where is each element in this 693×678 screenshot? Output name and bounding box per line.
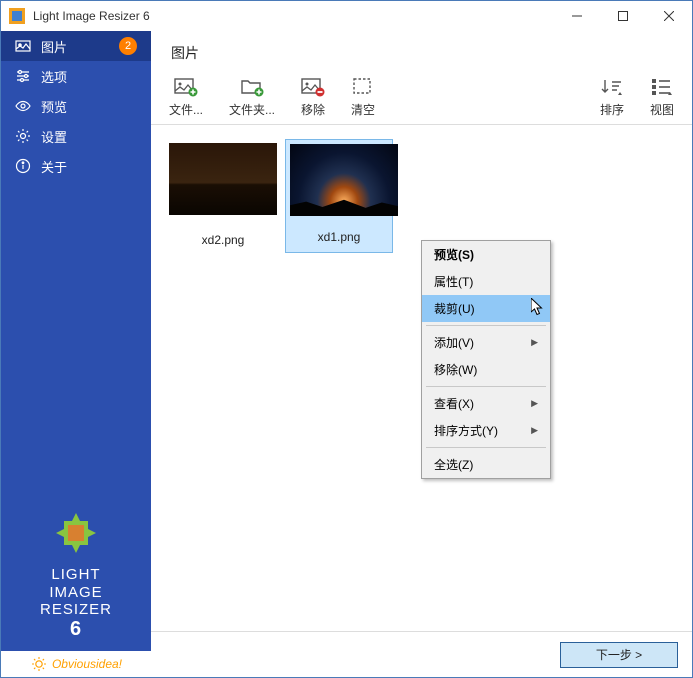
sidebar-item-settings[interactable]: 设置 (1, 121, 151, 151)
brand-line: 6 (1, 618, 151, 641)
footer-bar: 下一步 > (151, 631, 692, 677)
ctx-preview[interactable]: 预览(S) (422, 241, 550, 268)
toolbar-sort[interactable]: 排序 (600, 77, 624, 118)
clear-icon (351, 77, 375, 97)
toolbar: 文件... 文件夹... 移除 清空 排序 (151, 69, 692, 125)
ctx-remove[interactable]: 移除(W) (422, 356, 550, 383)
ctx-selectall[interactable]: 全选(Z) (422, 451, 550, 478)
next-button[interactable]: 下一步 > (560, 642, 678, 668)
ctx-label: 排序方式(Y) (434, 422, 498, 439)
file-thumbnail[interactable]: xd1.png (285, 139, 393, 253)
toolbar-add-file[interactable]: 文件... (169, 77, 203, 118)
toolbar-label: 移除 (301, 101, 325, 118)
thumbnail-image (169, 143, 277, 215)
window-controls (554, 1, 692, 31)
thumbnail-image (290, 144, 398, 216)
ctx-label: 添加(V) (434, 334, 474, 351)
remove-icon (301, 77, 325, 97)
toolbar-remove[interactable]: 移除 (301, 77, 325, 118)
sidebar-item-label: 设置 (41, 127, 137, 146)
submenu-arrow-icon: ▶ (531, 398, 538, 409)
ctx-label: 移除(W) (434, 361, 477, 378)
add-file-icon (174, 77, 198, 97)
brand-footer[interactable]: Obviousidea! (1, 651, 151, 677)
sidebar: 图片 2 选项 预览 设置 关于 LIGHT (1, 31, 151, 677)
ctx-separator (426, 325, 546, 326)
toolbar-label: 清空 (351, 101, 375, 118)
sidebar-item-label: 图片 (41, 37, 109, 56)
file-name: xd2.png (169, 233, 277, 247)
sidebar-badge: 2 (119, 37, 137, 55)
ctx-label: 全选(Z) (434, 456, 473, 473)
brand-line: IMAGE (1, 584, 151, 601)
minimize-button[interactable] (554, 1, 600, 31)
window-title: Light Image Resizer 6 (33, 9, 554, 23)
add-folder-icon (240, 77, 264, 97)
ctx-label: 裁剪(U) (434, 300, 475, 317)
toolbar-label: 文件夹... (229, 101, 275, 118)
file-name: xd1.png (290, 230, 388, 244)
sort-icon (600, 77, 624, 97)
close-button[interactable] (646, 1, 692, 31)
file-thumbnail[interactable]: xd2.png (169, 143, 277, 247)
toolbar-view[interactable]: 视图 (650, 77, 674, 118)
sidebar-item-preview[interactable]: 预览 (1, 91, 151, 121)
eye-icon (15, 98, 31, 114)
submenu-arrow-icon: ▶ (531, 425, 538, 436)
ctx-properties[interactable]: 属性(T) (422, 268, 550, 295)
sidebar-item-label: 关于 (41, 157, 137, 176)
app-icon (9, 8, 25, 24)
brand-footer-text: Obviousidea! (52, 657, 122, 671)
toolbar-clear[interactable]: 清空 (351, 77, 375, 118)
ctx-label: 属性(T) (434, 273, 473, 290)
sidebar-item-label: 预览 (41, 97, 137, 116)
bulb-icon (30, 656, 48, 672)
context-menu: 预览(S) 属性(T) 裁剪(U) 添加(V) ▶ 移除(W) 查看(X) ▶ 排序… (421, 240, 551, 479)
sidebar-item-images[interactable]: 图片 2 (1, 31, 151, 61)
ctx-label: 预览(S) (434, 246, 474, 263)
brand-icon (54, 511, 98, 555)
ctx-separator (426, 447, 546, 448)
ctx-label: 查看(X) (434, 395, 474, 412)
maximize-button[interactable] (600, 1, 646, 31)
ctx-add[interactable]: 添加(V) ▶ (422, 329, 550, 356)
toolbar-label: 排序 (600, 101, 624, 118)
sliders-icon (15, 68, 31, 84)
brand-line: LIGHT (1, 566, 151, 583)
toolbar-label: 文件... (169, 101, 203, 118)
ctx-sortby[interactable]: 排序方式(Y) ▶ (422, 417, 550, 444)
brand-line: RESIZER (1, 601, 151, 618)
brand-logo: LIGHT IMAGE RESIZER 6 (1, 511, 151, 651)
page-title: 图片 (151, 31, 692, 69)
submenu-arrow-icon: ▶ (531, 337, 538, 348)
info-icon (15, 158, 31, 174)
toolbar-label: 视图 (650, 101, 674, 118)
ctx-view[interactable]: 查看(X) ▶ (422, 390, 550, 417)
toolbar-add-folder[interactable]: 文件夹... (229, 77, 275, 118)
image-icon (15, 38, 31, 54)
title-bar: Light Image Resizer 6 (1, 1, 692, 31)
sidebar-item-options[interactable]: 选项 (1, 61, 151, 91)
view-icon (650, 77, 674, 97)
ctx-separator (426, 386, 546, 387)
sidebar-item-label: 选项 (41, 67, 137, 86)
mouse-cursor-icon (531, 298, 547, 318)
sidebar-item-about[interactable]: 关于 (1, 151, 151, 181)
gear-icon (15, 128, 31, 144)
